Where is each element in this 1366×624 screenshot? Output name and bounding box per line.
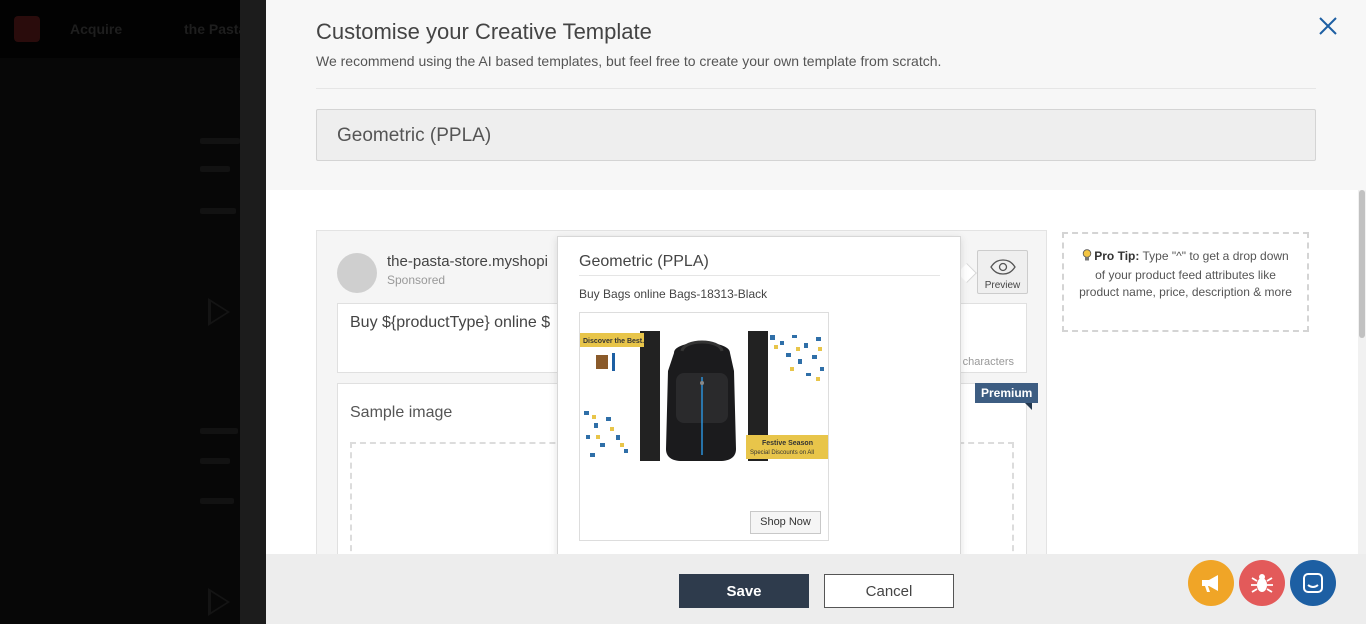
drawer-subtitle: We recommend using the AI based template… [316,53,942,69]
sponsored-label: Sponsored [387,273,446,287]
announcement-button[interactable] [1188,560,1234,606]
preview-label: Preview [984,280,1021,291]
template-select[interactable]: Geometric (PPLA) [316,109,1316,161]
template-select-value: Geometric (PPLA) [337,125,492,146]
creative-preview-card: Discover the Best. Festive Season Specia… [579,312,829,541]
premium-badge-fold [1025,403,1032,410]
background-line [200,498,234,504]
background-topbar: Acquire the Pasta [0,0,266,58]
play-icon [208,588,230,616]
background-line [200,458,230,464]
background-line [200,138,240,144]
background-line [200,208,236,214]
close-icon[interactable] [1316,14,1340,38]
creative-top-banner: Discover the Best. [583,338,644,345]
premium-badge: Premium [975,383,1039,403]
background-panel [0,58,240,624]
divider [316,88,1316,89]
character-count: characters [962,356,1014,368]
creative-bottom-banner-line2: Special Discounts on All [750,450,814,456]
background-line [200,166,230,172]
creative-image: Discover the Best. Festive Season Specia… [580,331,828,461]
background-nav-item: the Pasta [184,21,247,37]
divider [579,275,940,276]
drawer-header: Customise your Creative Template We reco… [266,0,1366,190]
lightbulb-icon [1082,249,1092,267]
template-preview-popover: Geometric (PPLA) Buy Bags online Bags-18… [557,236,961,566]
pro-tip: Pro Tip: Type "^" to get a drop down of … [1062,232,1309,332]
preview-button[interactable]: Preview [977,250,1028,294]
overlay-edge [240,0,266,624]
app-logo [14,16,40,42]
primary-text-value: Buy ${productType} online $ [350,314,551,331]
bug-icon [1251,574,1273,593]
avatar [337,253,377,293]
report-bug-button[interactable] [1239,560,1285,606]
background-nav-item: Acquire [70,21,123,37]
sample-image-label: Sample image [350,404,453,421]
popover-title: Geometric (PPLA) [579,253,709,270]
scrollbar[interactable] [1358,190,1366,554]
background-line [200,428,238,434]
creative-bottom-banner-line1: Festive Season [762,440,813,447]
cancel-button[interactable]: Cancel [824,574,954,608]
background-app: Acquire the Pasta [0,0,266,624]
popover-subtitle: Buy Bags online Bags-18313-Black [579,287,768,301]
page-name: the-pasta-store.myshopi [387,253,548,270]
play-icon [208,298,230,326]
eye-icon [990,259,1016,275]
shop-now-button[interactable]: Shop Now [750,511,821,534]
megaphone-icon [1202,575,1218,592]
drawer-title: Customise your Creative Template [316,19,652,44]
customise-template-drawer: Customise your Creative Template We reco… [266,0,1366,624]
chat-icon [1303,573,1323,593]
pro-tip-label: Pro Tip: [1094,249,1140,263]
scrollbar-thumb[interactable] [1359,190,1365,338]
chat-button[interactable] [1290,560,1336,606]
save-button[interactable]: Save [679,574,809,608]
